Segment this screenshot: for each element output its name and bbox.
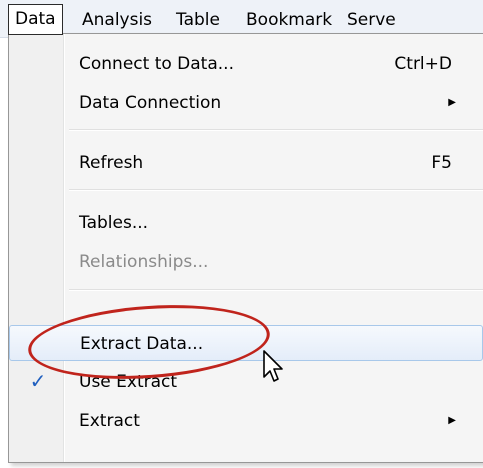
menu-item-label: Refresh [79,153,144,173]
menu-item-relationships: Relationships... [65,244,483,280]
menu-item-tables[interactable]: Tables... [65,205,483,241]
menu-item-label: Extract Data... [80,334,204,354]
submenu-arrow-icon: ▶ [448,97,456,108]
menu-item-shortcut: Ctrl+D [394,54,452,74]
menu-item-label: Extract [79,411,140,431]
menu-item-label: Tables... [79,213,149,233]
menu-item-label: Relationships... [79,252,209,272]
menu-item-shortcut: F5 [431,153,452,173]
menu-table[interactable]: Table [176,6,220,34]
menu-item-label: Data Connection [79,93,222,113]
submenu-arrow-icon: ▶ [448,415,456,426]
menu-item-refresh[interactable]: Refresh F5 [65,145,483,181]
menu-item-connect-to-data[interactable]: Connect to Data... Ctrl+D [65,46,483,82]
data-dropdown-menu: Connect to Data... Ctrl+D Data Connectio… [8,33,483,463]
menu-item-label: Connect to Data... [79,54,234,74]
menu-item-extract-data[interactable]: Extract Data... [9,325,483,361]
menu-item-extract[interactable]: Extract ▶ [65,403,483,439]
menu-separator [69,129,483,131]
mouse-pointer-icon [263,350,283,382]
checkmark-icon: ✓ [29,369,47,393]
menu-item-label: Use Extract [79,372,178,392]
menu-item-data-connection[interactable]: Data Connection ▶ [65,85,483,121]
menu-separator [69,189,483,191]
screenshot-stage: Data Analysis Table Bookmark Serve Conne… [0,0,483,468]
menu-server[interactable]: Serve [347,6,396,34]
menu-analysis[interactable]: Analysis [82,6,152,34]
menu-data[interactable]: Data [8,4,63,35]
menu-separator [69,289,483,291]
menu-bookmark[interactable]: Bookmark [246,6,332,34]
